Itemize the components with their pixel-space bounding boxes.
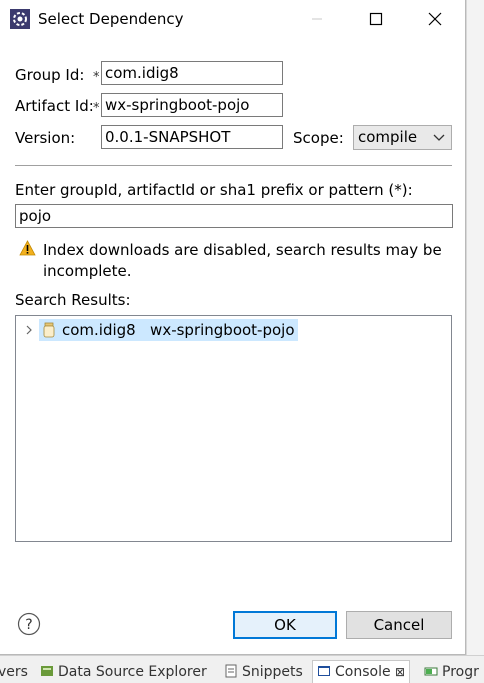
dialog-title: Select Dependency <box>38 10 184 28</box>
background-view-tabs: vers Data Source Explorer Snippets Conso… <box>0 655 484 683</box>
tab-label: Progr <box>442 664 479 680</box>
maximize-button[interactable] <box>361 5 391 33</box>
help-icon[interactable]: ? <box>17 612 41 636</box>
minimize-button[interactable] <box>302 5 332 33</box>
progress-icon <box>424 667 438 676</box>
artifact-id-field[interactable] <box>101 93 283 117</box>
scope-label: Scope: <box>293 129 344 147</box>
svg-text:?: ? <box>25 617 32 633</box>
tab-snippets[interactable]: Snippets <box>224 664 303 680</box>
console-icon <box>318 666 330 676</box>
eclipse-app-icon <box>10 9 30 29</box>
version-field[interactable] <box>101 125 283 149</box>
close-icon <box>428 12 442 26</box>
title-bar[interactable]: Select Dependency <box>0 0 466 38</box>
minimize-icon <box>312 18 322 20</box>
separator <box>15 165 452 166</box>
tab-label: Data Source Explorer <box>58 664 207 680</box>
chevron-right-icon <box>26 325 32 335</box>
search-input[interactable] <box>15 204 453 228</box>
search-results-label: Search Results: <box>15 291 131 309</box>
tab-console[interactable]: Console ⊠ <box>312 660 411 683</box>
version-label: Version: <box>15 129 76 147</box>
select-dependency-dialog: Select Dependency Group Id: * Artifact I… <box>0 0 466 655</box>
close-button[interactable] <box>420 5 450 33</box>
search-prompt: Enter groupId, artifactId or sha1 prefix… <box>15 181 413 199</box>
required-marker: * <box>93 70 100 85</box>
close-icon[interactable]: ⊠ <box>395 665 405 679</box>
artifact-id-label: Artifact Id: <box>15 97 94 115</box>
index-warning: Index downloads are disabled, search res… <box>43 241 442 280</box>
group-id-label: Group Id: <box>15 66 85 84</box>
result-item[interactable]: com.idig8 wx-springboot-pojo <box>39 319 298 341</box>
maximize-icon <box>369 12 383 26</box>
result-artifact: wx-springboot-pojo <box>150 321 295 339</box>
result-group: com.idig8 <box>62 321 136 339</box>
tab-label: Console <box>335 664 391 680</box>
tab-data-source-explorer[interactable]: Data Source Explorer <box>40 664 207 680</box>
tab-label: Snippets <box>242 664 303 680</box>
snippet-icon <box>225 664 237 678</box>
tree-row[interactable]: com.idig8 wx-springboot-pojo <box>21 319 298 341</box>
scope-value: compile <box>358 128 418 146</box>
required-marker: * <box>93 101 100 116</box>
scope-select[interactable]: compile <box>353 125 452 150</box>
chevron-down-icon <box>433 134 445 141</box>
ok-button[interactable]: OK <box>233 611 337 639</box>
expand-toggle[interactable] <box>21 322 37 338</box>
jar-icon <box>43 322 55 338</box>
tab-servers[interactable]: vers <box>0 664 28 680</box>
database-icon <box>41 666 53 676</box>
warning-icon <box>19 240 36 256</box>
background-editor-strip <box>466 0 484 655</box>
group-id-field[interactable] <box>101 61 283 85</box>
search-results-tree[interactable]: com.idig8 wx-springboot-pojo <box>15 315 452 542</box>
cancel-button[interactable]: Cancel <box>346 611 452 639</box>
tab-progress[interactable]: Progr <box>424 664 479 680</box>
